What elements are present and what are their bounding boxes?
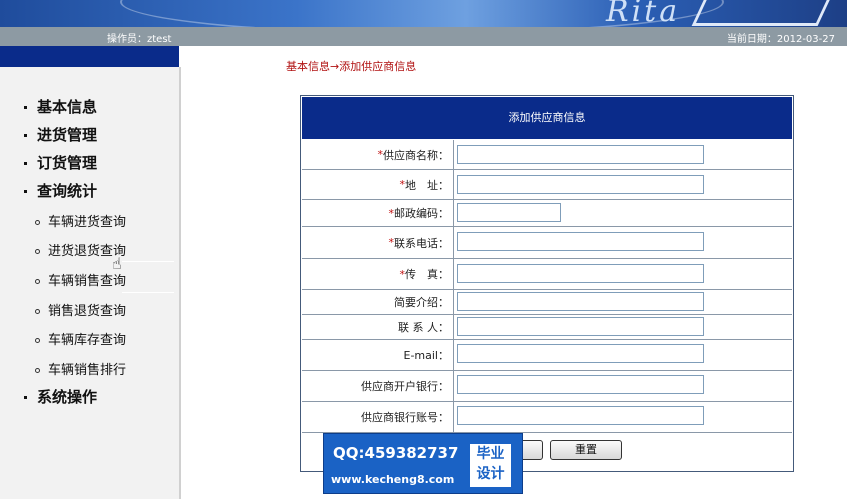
field-label: * 邮政编码：	[302, 200, 454, 226]
status-bar: 操作员：ztest 当前日期：2012-03-27	[0, 27, 847, 46]
email-input[interactable]	[457, 344, 704, 363]
label-text: 简要介绍：	[394, 296, 449, 309]
menu-label: 订货管理	[37, 154, 98, 172]
submenu-label: 车辆销售查询	[48, 274, 127, 289]
hover-line	[122, 292, 174, 293]
sidebar-header	[0, 46, 179, 67]
postcode-input[interactable]	[457, 203, 561, 222]
submenu-label: 车辆销售排行	[48, 363, 127, 378]
breadcrumb: 基本信息→添加供应商信息	[286, 60, 417, 73]
header-banner: Rita	[0, 0, 847, 27]
label-text: E-mail：	[403, 349, 450, 362]
banner-frame	[691, 0, 835, 26]
submenu-item[interactable]: 车辆销售排行	[35, 359, 126, 378]
address-input[interactable]	[457, 175, 704, 194]
submenu-label: 销售退货查询	[48, 304, 127, 319]
circle-bullet-icon	[35, 249, 40, 254]
hand-cursor-icon: ☝	[112, 254, 122, 273]
watermark-qq: QQ:459382737	[333, 444, 459, 462]
field-label: 供应商银行账号：	[302, 402, 454, 432]
bullet-icon	[24, 162, 27, 165]
submenu-item[interactable]: 车辆进货查询	[35, 211, 126, 230]
submenu-item[interactable]: 车辆库存查询	[35, 329, 126, 348]
supplier-form: 添加供应商信息 * 供应商名称： * 地 址： * 邮政编码： * 联系电话： * 传 真…	[300, 95, 794, 472]
form-row: 供应商银行账号：	[302, 402, 792, 433]
form-title: 添加供应商信息	[302, 97, 792, 139]
circle-bullet-icon	[35, 220, 40, 225]
label-text: 供应商银行账号：	[361, 411, 449, 424]
menu-label: 基本信息	[37, 98, 98, 116]
bullet-icon	[24, 190, 27, 193]
supplier-name-input[interactable]	[457, 145, 704, 164]
circle-bullet-icon	[35, 279, 40, 284]
field-label: * 传 真：	[302, 259, 454, 289]
menu-query[interactable]: 查询统计	[24, 180, 97, 201]
menu-label: 进货管理	[37, 126, 98, 144]
submenu-item[interactable]: 销售退货查询	[35, 300, 126, 319]
contact-person-input[interactable]	[457, 317, 704, 336]
form-row: * 邮政编码：	[302, 200, 792, 227]
description-input[interactable]	[457, 292, 704, 311]
badge-line: 毕业	[476, 446, 505, 462]
field-label: 联 系 人：	[302, 315, 454, 339]
bullet-icon	[24, 134, 27, 137]
field-label: E-mail：	[302, 340, 454, 370]
form-row: * 地 址：	[302, 170, 792, 200]
form-row: 供应商开户银行：	[302, 371, 792, 402]
form-row: 联 系 人：	[302, 315, 792, 340]
badge-line: 设计	[476, 466, 505, 482]
circle-bullet-icon	[35, 368, 40, 373]
label-text: 供应商名称：	[383, 148, 449, 162]
bank-input[interactable]	[457, 375, 704, 394]
bullet-icon	[24, 106, 27, 109]
menu-purchase[interactable]: 进货管理	[24, 124, 97, 145]
menu-system[interactable]: 系统操作	[24, 386, 97, 407]
menu-order[interactable]: 订货管理	[24, 152, 97, 173]
circle-bullet-icon	[35, 338, 40, 343]
bank-account-input[interactable]	[457, 406, 704, 425]
form-row: * 联系电话：	[302, 227, 792, 259]
field-label: * 供应商名称：	[302, 140, 454, 169]
field-label: 供应商开户银行：	[302, 371, 454, 401]
menu-label: 查询统计	[37, 182, 98, 200]
circle-bullet-icon	[35, 309, 40, 314]
form-row: 简要介绍：	[302, 290, 792, 315]
phone-input[interactable]	[457, 232, 704, 251]
operator-label: 操作员：ztest	[107, 34, 172, 45]
field-label: * 地 址：	[302, 170, 454, 199]
submenu-label: 车辆进货查询	[48, 215, 127, 230]
submenu-label: 车辆库存查询	[48, 333, 127, 348]
label-text: 邮政编码：	[394, 207, 449, 220]
form-row: E-mail：	[302, 340, 792, 371]
label-text: 联系电话：	[394, 236, 449, 250]
watermark-url: www.kecheng8.com	[331, 473, 455, 486]
hover-line	[122, 261, 174, 262]
menu-basic-info[interactable]: 基本信息	[24, 96, 97, 117]
field-label: * 联系电话：	[302, 227, 454, 258]
watermark-badge: 毕业 设计	[470, 444, 511, 487]
current-date: 当前日期：2012-03-27	[726, 34, 835, 45]
form-row: * 传 真：	[302, 259, 792, 290]
menu-label: 系统操作	[37, 388, 98, 406]
reset-button[interactable]: 重置	[550, 440, 622, 460]
label-text: 传 真：	[405, 268, 449, 281]
fax-input[interactable]	[457, 264, 704, 283]
label-text: 地 址：	[405, 178, 449, 192]
field-label: 简要介绍：	[302, 290, 454, 314]
bullet-icon	[24, 396, 27, 399]
watermark-banner: QQ:459382737 www.kecheng8.com 毕业设计	[323, 433, 523, 494]
label-text: 联 系 人：	[398, 321, 449, 334]
sidebar: 基本信息 进货管理 订货管理 查询统计 车辆进货查询 进货退货查询 车辆销售查询…	[0, 67, 181, 499]
label-text: 供应商开户银行：	[361, 380, 449, 393]
logo-text: Rita	[606, 0, 681, 27]
form-row: * 供应商名称：	[302, 140, 792, 170]
